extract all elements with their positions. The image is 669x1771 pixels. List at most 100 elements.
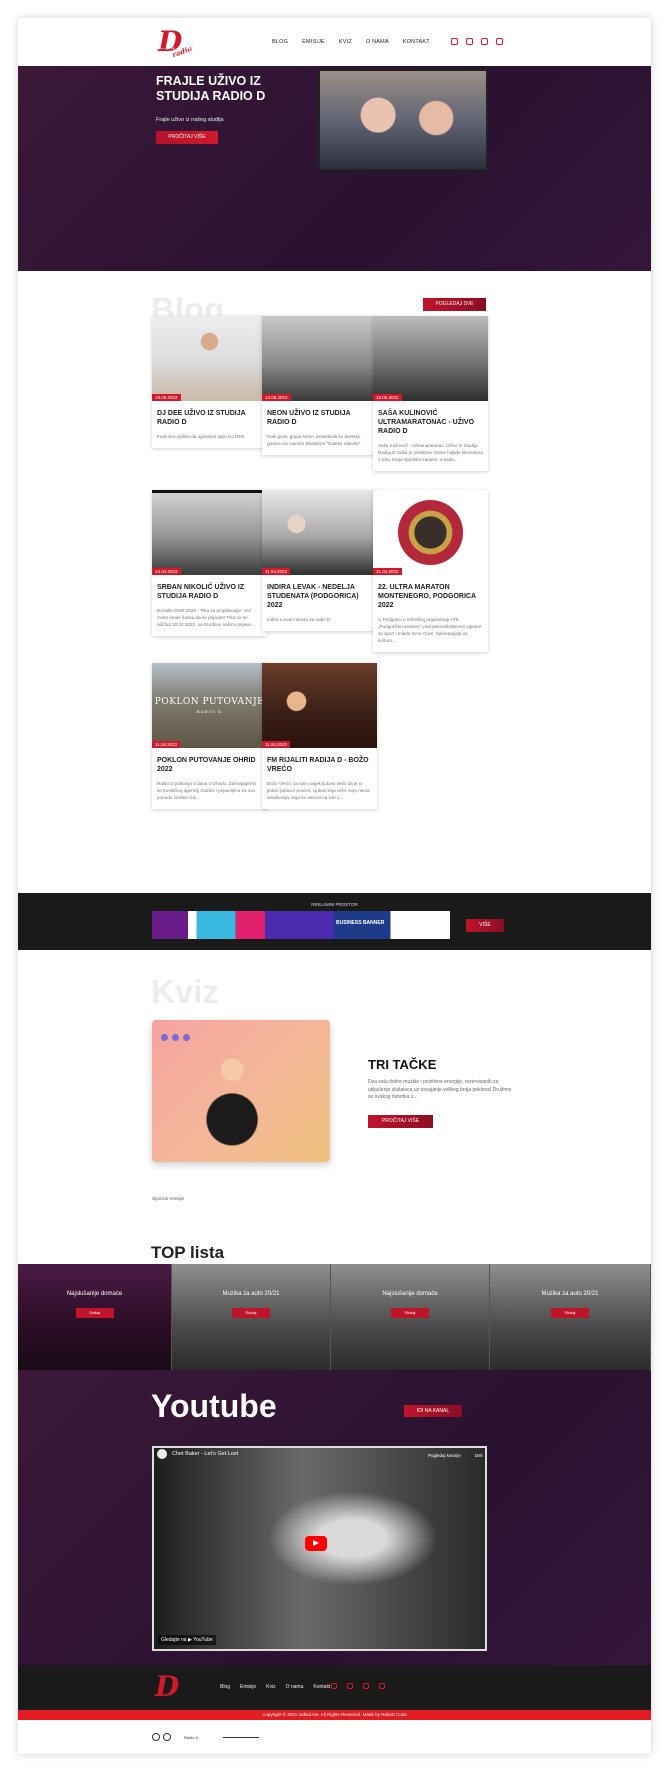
blog-card-excerpt: Đurađin DOR 2022 - Trka za propisivanje.…	[157, 608, 255, 627]
blog-card-image-text: POKLON PUTOVANJE	[154, 697, 265, 707]
youtube-heading: Youtube	[151, 1388, 277, 1424]
blog-card[interactable]: 11.04.2022 INDIRA LEVAK - NEDELJA STUDEN…	[262, 490, 377, 631]
blog-card-title[interactable]: INDIRA LEVAK - NEDELJA STUDENATA (PODGOR…	[262, 575, 377, 610]
watch-on-youtube-link[interactable]: Gledajte na ▶ YouTube	[158, 1635, 216, 1645]
footer-nav-emisije[interactable]: Emisije	[240, 1684, 256, 1690]
page-frame: Dradio BLOG EMISIJE KVIZ O NAMA KONTAKT …	[18, 18, 651, 1754]
player-controls: Radio D	[152, 1733, 260, 1741]
copyright-bar: Copyright © 2021 radiod.me. All Rights R…	[18, 1710, 651, 1720]
blog-card-date: 11.04.2022	[262, 568, 291, 575]
footer-nav: Blog Emisije Kviz O nama Kontakt	[220, 1684, 330, 1690]
blog-card[interactable]: 31.04.2022 22. ULTRA MARATON MONTENEGRO,…	[373, 490, 488, 652]
blog-card-title[interactable]: NEON UŽIVO IZ STUDIJA RADIO D	[262, 401, 377, 427]
blog-card-excerpt: U Podgorici u tehničkoj organizaciji ATK…	[378, 617, 482, 643]
blog-card-title[interactable]: POKLON PUTOVANJE OHRID 2022	[152, 748, 267, 774]
kviz-dots-icon	[161, 1034, 190, 1041]
kviz-heading: Kviz	[151, 973, 219, 1010]
slider-counter: 1/5	[184, 45, 194, 51]
blog-card-image: 19.08.2022	[152, 316, 267, 401]
instagram-icon[interactable]	[466, 38, 473, 45]
youtube-icon[interactable]	[481, 38, 488, 45]
youtube-icon[interactable]	[363, 1683, 369, 1689]
top-list-heading: TOP lista	[151, 1243, 225, 1262]
nav-o-nama[interactable]: O NAMA	[366, 39, 389, 45]
blog-view-all-button[interactable]: POGLEDAJ SVE	[423, 298, 486, 311]
ad-banner[interactable]: BUSINESS BANNER	[152, 911, 450, 939]
top-list-label: Muzika za auto 20/21	[222, 1291, 280, 1297]
footer-social	[331, 1683, 385, 1689]
nav-kviz[interactable]: KVIZ	[339, 39, 352, 45]
blog-card-date: 18.05.2022	[373, 394, 402, 401]
top-list-item[interactable]: Najslušanije domaće Slušaj	[331, 1264, 490, 1370]
nav-kontakt[interactable]: KONTAKT	[403, 39, 430, 45]
ad-more-button[interactable]: VIŠE	[466, 919, 504, 932]
share-button[interactable]: Deli	[475, 1453, 483, 1458]
facebook-icon[interactable]	[451, 38, 458, 45]
listen-button[interactable]: Slušaj	[391, 1308, 429, 1318]
blog-card-image: POKLON PUTOVANJE RADIO D 11.04.2022	[152, 663, 267, 748]
blog-card-date: 13.06.2022	[262, 394, 291, 401]
top-list-item[interactable]: Najslušanije domaće Slušaj	[18, 1264, 172, 1370]
blog-card[interactable]: 18.05.2022 SAŠA KULINOVIĆ ULTRAMARATONAC…	[373, 316, 488, 471]
play-icon[interactable]	[305, 1536, 327, 1551]
hero-image[interactable]	[318, 69, 488, 171]
blog-card-date: 14.04.2022	[152, 568, 181, 575]
footer-nav-kviz[interactable]: Kviz	[266, 1684, 275, 1690]
header-social	[451, 38, 503, 45]
blog-card-title[interactable]: FM RIJALITI RADIJA D - BOŽO VREĆO	[262, 748, 377, 774]
video-title[interactable]: Chet Baker - Let's Get Lost	[172, 1451, 238, 1457]
blog-card-date: 19.08.2022	[152, 394, 181, 401]
top-list-label: Najslušanije domaće	[382, 1291, 438, 1297]
watch-later-button[interactable]: Pogledaj kasnije	[428, 1453, 461, 1458]
blog-card[interactable]: 19.08.2022 DJ DEE UŽIVO IZ STUDIJA RADIO…	[152, 316, 267, 448]
footer-logo[interactable]: D	[155, 1670, 179, 1703]
instagram-icon[interactable]	[347, 1683, 353, 1689]
radio-icon[interactable]	[379, 1683, 385, 1689]
top-list-label: Najslušanije domaće	[66, 1291, 123, 1297]
top-list-item[interactable]: Muzika za auto 20/21 Slušaj	[172, 1264, 331, 1370]
blog-card-excerpt: Imali smo priliku da ugostimo spiju DJ D…	[157, 434, 245, 439]
listen-button[interactable]: Slušaj	[551, 1308, 589, 1318]
blog-card-title[interactable]: SRĐAN NIKOLIĆ UŽIVO IZ STUDIJA RADIO D	[152, 575, 267, 601]
blog-card[interactable]: POKLON PUTOVANJE RADIO D 11.04.2022 POKL…	[152, 663, 267, 809]
footer-nav-kontakt[interactable]: Kontakt	[313, 1684, 330, 1690]
blog-card-image: 18.05.2022	[373, 316, 488, 401]
top-list-item[interactable]: Muzika za auto 20/21 Slušaj	[490, 1264, 651, 1370]
channel-avatar[interactable]	[157, 1449, 167, 1459]
blog-card-title[interactable]: 22. ULTRA MARATON MONTENEGRO, PODGORICA …	[373, 575, 488, 610]
blog-card-excerpt: Božo Vrećo: Ja sam uvijek ljubavi teklo …	[267, 781, 370, 800]
facebook-icon[interactable]	[331, 1683, 337, 1689]
footer-nav-blog[interactable]: Blog	[220, 1684, 230, 1690]
blog-card-image: 13.06.2022	[262, 316, 377, 401]
stop-icon[interactable]	[163, 1733, 171, 1741]
blog-card[interactable]: 14.04.2022 SRĐAN NIKOLIĆ UŽIVO IZ STUDIJ…	[152, 490, 267, 636]
slider-arrows-icon[interactable]: ⟵ ⟶	[156, 45, 175, 52]
blog-card[interactable]: 11.04.2022 FM RIJALITI RADIJA D - BOŽO V…	[262, 663, 377, 809]
blog-card-title[interactable]: DJ DEE UŽIVO IZ STUDIJA RADIO D	[152, 401, 267, 427]
kviz-image[interactable]	[152, 1020, 330, 1162]
blog-card-image: 31.04.2022	[373, 490, 488, 575]
nav-blog[interactable]: BLOG	[272, 39, 288, 45]
footer-nav-o-nama[interactable]: O nama	[286, 1684, 304, 1690]
radio-icon[interactable]	[496, 38, 503, 45]
site-logo[interactable]: Dradio	[158, 28, 193, 60]
listen-button[interactable]: Slušaj	[232, 1308, 270, 1318]
kviz-read-more-button[interactable]: PROČITAJ VIŠE	[368, 1115, 433, 1128]
player-station-name: Radio D	[184, 1734, 199, 1740]
hero-subtitle: Frajle uživo iz našeg studija	[156, 117, 224, 123]
blog-card-excerpt: Radio D poklanja 5 dana u Ohridu. Zahval…	[157, 781, 257, 800]
play-icon[interactable]	[152, 1733, 160, 1741]
hero-title: FRAJLE UŽIVO IZ STUDIJA RADIO D	[156, 74, 266, 103]
kviz-sponsor: Sponzor emisije	[152, 1196, 185, 1201]
nav-emisije[interactable]: EMISIJE	[302, 39, 325, 45]
top-list-label: Muzika za auto 20/21	[541, 1291, 599, 1297]
hero-read-more-button[interactable]: PROČITAJ VIŠE	[156, 131, 218, 144]
volume-slider[interactable]	[223, 1736, 260, 1738]
blog-card-image-subtext: RADIO D	[196, 709, 223, 714]
blog-card[interactable]: 13.06.2022 NEON UŽIVO IZ STUDIJA RADIO D…	[262, 316, 377, 455]
youtube-channel-button[interactable]: IDI NA KANAL	[404, 1405, 462, 1417]
blog-card-title[interactable]: SAŠA KULINOVIĆ ULTRAMARATONAC - UŽIVO RA…	[373, 401, 488, 436]
listen-button[interactable]: Slušaj	[75, 1308, 114, 1318]
kviz-text: Dva sata dobre muzike i pozitivne energi…	[368, 1079, 512, 1100]
radio-player	[18, 1720, 651, 1754]
